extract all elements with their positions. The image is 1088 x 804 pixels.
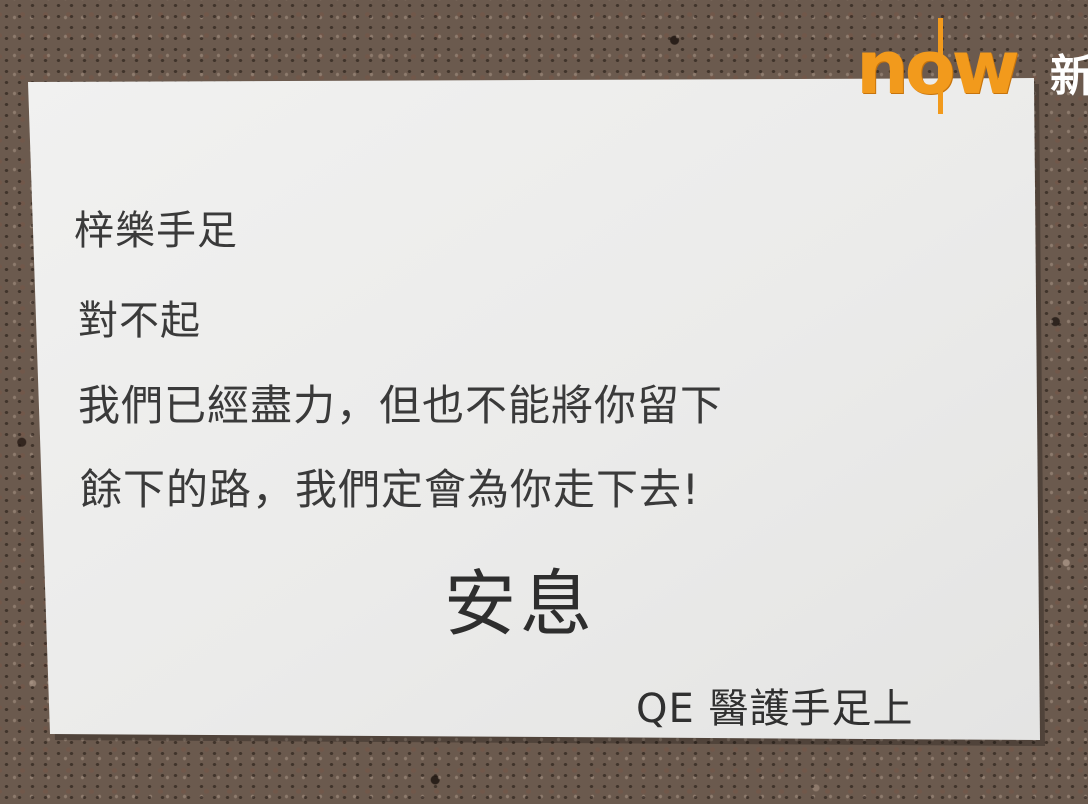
logo-channel-char: 新	[1050, 52, 1088, 102]
note-line-apology: 對不起	[78, 298, 201, 344]
note-line-effort: 我們已經盡力，但也不能將你留下	[78, 381, 724, 430]
note-rest-in-peace: 安息	[444, 562, 597, 646]
note-line-recipient: 梓樂手足	[74, 208, 238, 254]
note-signature: QE 醫護手足上	[636, 686, 914, 732]
now-news-logo: now 新	[856, 18, 1088, 114]
note-line-promise: 餘下的路，我們定會為你走下去!	[80, 465, 700, 514]
logo-crosshair-icon	[938, 18, 943, 114]
